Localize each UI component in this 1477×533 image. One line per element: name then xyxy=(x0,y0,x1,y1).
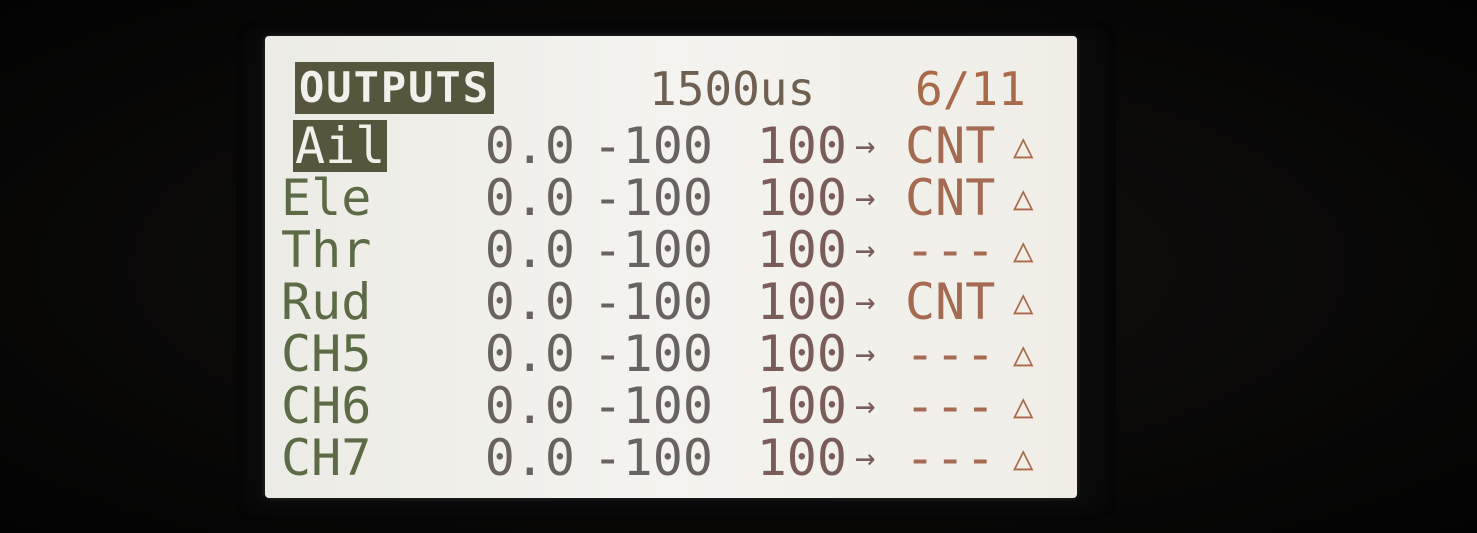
channel-name[interactable]: CH6 xyxy=(281,380,371,432)
channel-name[interactable]: Thr xyxy=(281,224,371,276)
channel-name[interactable]: Ele xyxy=(281,172,371,224)
channel-name[interactable]: CH7 xyxy=(281,432,371,484)
lcd-screen: OUTPUTS 1500us 6/11 Ail 0.0 -100 100 → CNT △ El… xyxy=(265,36,1077,498)
channel-center-mode[interactable]: --- xyxy=(905,328,995,380)
channel-min[interactable]: -100 xyxy=(593,380,713,432)
channel-min[interactable]: -100 xyxy=(593,328,713,380)
direction-triangle-icon[interactable]: △ xyxy=(1013,120,1033,172)
transmitter-body: OUTPUTS 1500us 6/11 Ail 0.0 -100 100 → CNT △ El… xyxy=(0,0,1477,533)
arrow-right-icon: → xyxy=(855,386,876,426)
channel-row-2[interactable]: Thr 0.0 -100 100 → --- △ xyxy=(265,224,1077,276)
arrow-right-icon: → xyxy=(855,230,876,270)
channel-offset[interactable]: 0.0 xyxy=(485,328,575,380)
channel-center-mode[interactable]: CNT xyxy=(905,172,995,224)
page-title: OUTPUTS xyxy=(295,62,495,114)
channel-name[interactable]: Ail xyxy=(293,120,388,172)
channel-row-1[interactable]: Ele 0.0 -100 100 → CNT △ xyxy=(265,172,1077,224)
arrow-right-icon: → xyxy=(855,126,876,166)
direction-triangle-icon[interactable]: △ xyxy=(1013,432,1033,484)
arrow-right-icon: → xyxy=(855,438,876,478)
channel-max[interactable]: 100 xyxy=(757,172,847,224)
channel-max[interactable]: 100 xyxy=(757,380,847,432)
channel-offset[interactable]: 0.0 xyxy=(485,276,575,328)
direction-triangle-icon[interactable]: △ xyxy=(1013,276,1033,328)
direction-triangle-icon[interactable]: △ xyxy=(1013,380,1033,432)
channel-row-3[interactable]: Rud 0.0 -100 100 → CNT △ xyxy=(265,276,1077,328)
channel-row-6[interactable]: CH7 0.0 -100 100 → --- △ xyxy=(265,432,1077,484)
channel-row-5[interactable]: CH6 0.0 -100 100 → --- △ xyxy=(265,380,1077,432)
channel-row-0[interactable]: Ail 0.0 -100 100 → CNT △ xyxy=(265,120,1077,172)
channel-name[interactable]: Rud xyxy=(281,276,371,328)
channel-max[interactable]: 100 xyxy=(757,432,847,484)
channel-offset[interactable]: 0.0 xyxy=(485,120,575,172)
channel-offset[interactable]: 0.0 xyxy=(485,172,575,224)
channel-row-4[interactable]: CH5 0.0 -100 100 → --- △ xyxy=(265,328,1077,380)
page-indicator: 6/11 xyxy=(915,62,1026,116)
channel-center-mode[interactable]: --- xyxy=(905,224,995,276)
channel-offset[interactable]: 0.0 xyxy=(485,432,575,484)
channel-offset[interactable]: 0.0 xyxy=(485,224,575,276)
channel-min[interactable]: -100 xyxy=(593,224,713,276)
channel-name[interactable]: CH5 xyxy=(281,328,371,380)
channel-max[interactable]: 100 xyxy=(757,120,847,172)
direction-triangle-icon[interactable]: △ xyxy=(1013,224,1033,276)
channel-max[interactable]: 100 xyxy=(757,224,847,276)
channel-center-mode[interactable]: CNT xyxy=(905,276,995,328)
channel-center-mode[interactable]: --- xyxy=(905,432,995,484)
channel-offset[interactable]: 0.0 xyxy=(485,380,575,432)
channel-min[interactable]: -100 xyxy=(593,172,713,224)
channel-min[interactable]: -100 xyxy=(593,120,713,172)
channel-center-mode[interactable]: --- xyxy=(905,380,995,432)
direction-triangle-icon[interactable]: △ xyxy=(1013,172,1033,224)
channel-min[interactable]: -100 xyxy=(593,276,713,328)
channel-max[interactable]: 100 xyxy=(757,276,847,328)
channel-min[interactable]: -100 xyxy=(593,432,713,484)
channel-center-mode[interactable]: CNT xyxy=(905,120,995,172)
direction-triangle-icon[interactable]: △ xyxy=(1013,328,1033,380)
pulse-value: 1500us xyxy=(649,62,816,116)
arrow-right-icon: → xyxy=(855,178,876,218)
channel-max[interactable]: 100 xyxy=(757,328,847,380)
arrow-right-icon: → xyxy=(855,282,876,322)
arrow-right-icon: → xyxy=(855,334,876,374)
